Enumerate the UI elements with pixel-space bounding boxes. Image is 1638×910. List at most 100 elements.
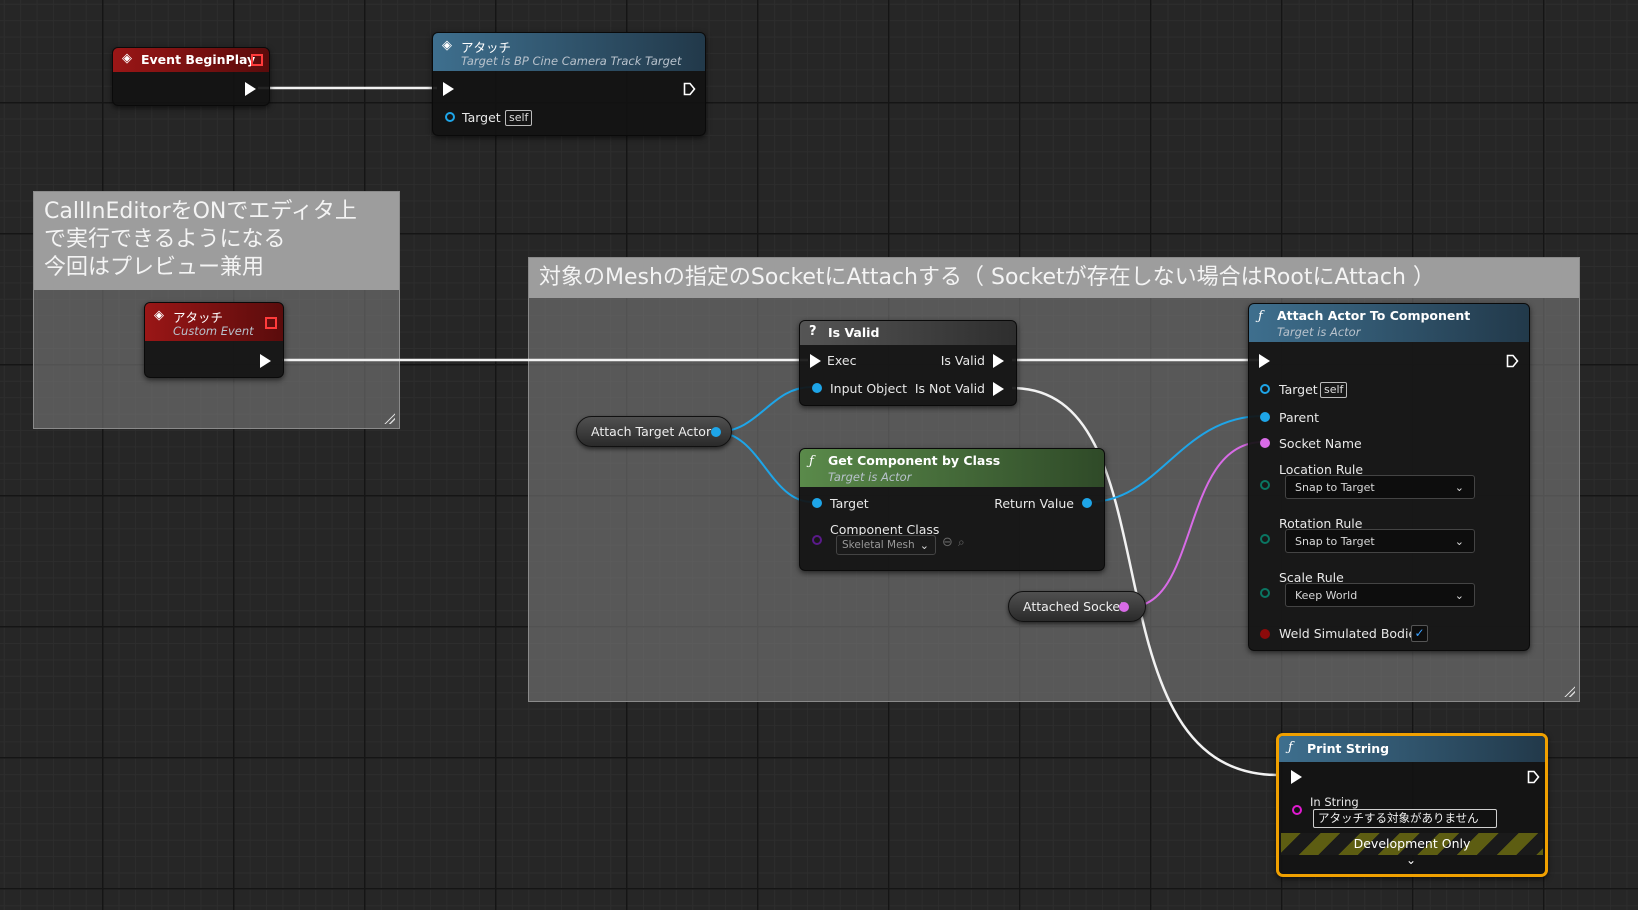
function-icon: ƒ xyxy=(1288,740,1293,755)
input-object-pin[interactable] xyxy=(812,383,822,393)
node-header: ◈ アタッチ Target is BP Cine Camera Track Ta… xyxy=(433,33,705,71)
node-header: ƒ Print String xyxy=(1279,736,1545,762)
question-icon: ? xyxy=(809,324,817,339)
node-title: Event BeginPlay xyxy=(141,52,256,67)
parent-pin[interactable] xyxy=(1260,412,1270,422)
node-header: ƒ Attach Actor To Component Target is Ac… xyxy=(1249,304,1529,342)
node-header: ƒ Get Component by Class Target is Actor xyxy=(800,449,1104,487)
exec-out-pin[interactable] xyxy=(683,82,696,96)
chevron-down-icon: ⌄ xyxy=(1454,535,1464,548)
rotation-rule-value: Snap to Target xyxy=(1295,535,1375,548)
component-class-value: Skeletal Mesh xyxy=(842,539,915,551)
target-pin[interactable] xyxy=(445,112,455,122)
object-wire-return-to-parent xyxy=(1088,415,1264,503)
in-string-field[interactable]: アタッチする対象がありません xyxy=(1313,809,1497,828)
exec-out-pin[interactable] xyxy=(1527,770,1540,784)
exec-in-pin[interactable] xyxy=(1259,354,1270,368)
node-subtitle: Custom Event xyxy=(173,324,254,338)
node-subtitle: Target is Actor xyxy=(1277,325,1361,339)
variable-output-pin[interactable] xyxy=(711,427,721,437)
exec-out-pin[interactable] xyxy=(1506,354,1519,368)
event-diamond-icon: ◈ xyxy=(122,51,132,66)
node-title: Print String xyxy=(1307,741,1390,756)
return-value-label: Return Value xyxy=(994,496,1074,511)
exec-out-pin[interactable] xyxy=(260,354,271,368)
location-rule-dropdown[interactable]: Snap to Target ⌄ xyxy=(1285,475,1475,499)
component-class-dropdown[interactable]: Skeletal Mesh ⌄ xyxy=(836,535,936,555)
development-only-label: Development Only xyxy=(1353,836,1471,851)
function-icon: ƒ xyxy=(809,454,814,469)
in-string-pin[interactable] xyxy=(1292,805,1302,815)
variable-output-pin[interactable] xyxy=(1119,602,1129,612)
scale-rule-dropdown[interactable]: Keep World ⌄ xyxy=(1285,583,1475,607)
object-wire-actor-to-getcomp xyxy=(715,431,813,503)
node-is-valid[interactable]: ? Is Valid Exec Is Valid Input Object Is… xyxy=(799,320,1017,406)
node-subtitle: Target is BP Cine Camera Track Target xyxy=(461,54,682,68)
target-label: Target xyxy=(462,110,501,125)
development-only-banner: Development Only xyxy=(1281,833,1543,855)
node-get-component-by-class[interactable]: ƒ Get Component by Class Target is Actor… xyxy=(799,448,1105,571)
in-string-label: In String xyxy=(1310,795,1359,809)
weld-pin[interactable] xyxy=(1260,629,1270,639)
parent-label: Parent xyxy=(1279,410,1320,425)
function-icon: ƒ xyxy=(1258,309,1263,324)
expand-chevron-icon[interactable]: ⌄ xyxy=(1406,853,1416,867)
input-object-label: Input Object xyxy=(830,381,908,396)
rotation-rule-dropdown[interactable]: Snap to Target ⌄ xyxy=(1285,529,1475,553)
exec-in-pin[interactable] xyxy=(1291,770,1302,784)
node-print-string[interactable]: ƒ Print String In String アタッチする対象がありません … xyxy=(1276,733,1548,877)
delegate-pin-icon[interactable] xyxy=(265,317,277,329)
node-event-begin-play[interactable]: ◈ Event BeginPlay xyxy=(112,47,270,106)
delegate-pin-icon[interactable] xyxy=(251,54,263,66)
variable-label: Attach Target Actor xyxy=(591,424,712,439)
target-pin[interactable] xyxy=(812,498,822,508)
weld-checkbox[interactable]: ✓ xyxy=(1411,625,1428,642)
use-selected-icon[interactable]: ⊖ xyxy=(942,535,953,550)
node-title: Get Component by Class xyxy=(828,453,1001,468)
target-pin[interactable] xyxy=(1260,384,1270,394)
node-title: Is Valid xyxy=(828,325,880,340)
event-diamond-icon: ◈ xyxy=(154,308,164,323)
socket-name-label: Socket Name xyxy=(1279,436,1362,451)
node-header: ◈ Event BeginPlay xyxy=(113,48,269,72)
is-valid-exec-pin[interactable] xyxy=(993,354,1004,368)
chevron-down-icon: ⌄ xyxy=(1454,589,1464,602)
node-attach-actor-to-component[interactable]: ƒ Attach Actor To Component Target is Ac… xyxy=(1248,303,1530,651)
target-label: Target xyxy=(1279,382,1318,397)
socket-name-pin[interactable] xyxy=(1260,438,1270,448)
variable-attached-socket[interactable]: Attached Socket xyxy=(1008,591,1146,622)
rotation-rule-pin[interactable] xyxy=(1260,534,1270,544)
browse-search-icon[interactable]: ⌕ xyxy=(958,535,965,550)
variable-attach-target-actor[interactable]: Attach Target Actor xyxy=(576,416,732,447)
component-class-pin[interactable] xyxy=(812,535,822,545)
chevron-down-icon: ⌄ xyxy=(919,539,929,552)
node-custom-event[interactable]: ◈ アタッチ Custom Event xyxy=(144,302,284,378)
exec-label: Exec xyxy=(827,353,857,368)
function-call-icon: ◈ xyxy=(442,38,452,53)
is-not-valid-label: Is Not Valid xyxy=(914,381,985,396)
self-badge: self xyxy=(505,110,533,126)
is-valid-label: Is Valid xyxy=(940,353,985,368)
exec-in-pin[interactable] xyxy=(810,354,821,368)
exec-wire-notvalid-to-print xyxy=(1011,386,1279,777)
return-value-pin[interactable] xyxy=(1082,498,1092,508)
in-string-value: アタッチする対象がありません xyxy=(1318,811,1479,825)
target-label: Target xyxy=(830,496,869,511)
weld-label: Weld Simulated Bodies xyxy=(1279,626,1423,641)
node-subtitle: Target is Actor xyxy=(828,470,912,484)
variable-label: Attached Socket xyxy=(1023,599,1126,614)
scale-rule-value: Keep World xyxy=(1295,589,1358,602)
location-rule-value: Snap to Target xyxy=(1295,481,1375,494)
exec-out-pin[interactable] xyxy=(245,82,256,96)
self-badge: self xyxy=(1320,382,1348,398)
exec-in-pin[interactable] xyxy=(443,82,454,96)
name-wire-socket xyxy=(1129,441,1264,608)
location-rule-pin[interactable] xyxy=(1260,480,1270,490)
chevron-down-icon: ⌄ xyxy=(1454,481,1464,494)
node-attach-call[interactable]: ◈ アタッチ Target is BP Cine Camera Track Ta… xyxy=(432,32,706,136)
node-header: ? Is Valid xyxy=(800,321,1016,345)
node-title: Attach Actor To Component xyxy=(1277,308,1471,323)
scale-rule-pin[interactable] xyxy=(1260,588,1270,598)
node-header: ◈ アタッチ Custom Event xyxy=(145,303,283,341)
is-not-valid-exec-pin[interactable] xyxy=(993,382,1004,396)
